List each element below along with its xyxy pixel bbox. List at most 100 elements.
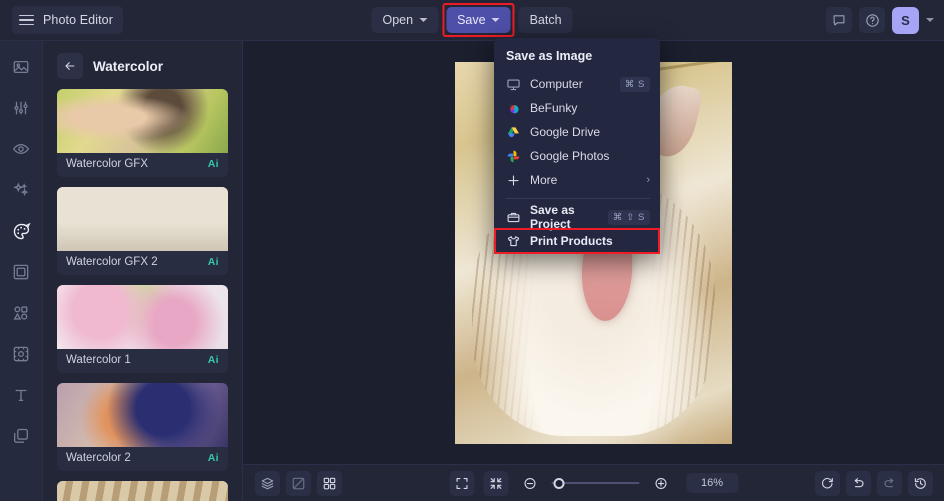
befunky-icon — [506, 101, 521, 116]
card-meta: Watercolor 1 Ai — [57, 349, 228, 373]
grid-button[interactable] — [317, 470, 342, 496]
effect-card-list: Watercolor GFX Ai Watercolor GFX 2 Ai Wa… — [43, 89, 242, 501]
ai-badge: Ai — [207, 452, 219, 464]
eye-icon — [12, 144, 30, 154]
account-chevron-down-icon[interactable] — [926, 18, 934, 22]
menu-item-computer[interactable]: Computer ⌘ S — [494, 72, 660, 96]
bottom-toolbar: 16% — [243, 464, 944, 501]
text-icon — [15, 389, 27, 402]
zoom-out-button[interactable] — [517, 471, 542, 496]
sidebar-item-layers-tool[interactable] — [6, 422, 36, 450]
ai-badge: Ai — [207, 158, 219, 170]
app-menu-button[interactable]: Photo Editor — [12, 6, 123, 34]
chevron-right-icon: › — [646, 174, 650, 186]
effect-thumbnail — [57, 481, 228, 501]
menu-item-label: Save as Project — [530, 203, 575, 231]
tshirt-icon — [506, 234, 521, 249]
menu-item-label: More — [530, 173, 558, 187]
sidebar-item-image-tool[interactable] — [6, 53, 36, 81]
question-circle-icon — [865, 13, 879, 27]
google-drive-icon — [506, 125, 521, 140]
list-item[interactable] — [57, 481, 228, 501]
plus-circle-icon — [654, 477, 667, 489]
collapse-icon — [489, 477, 502, 489]
sidebar-item-effects-tool[interactable] — [6, 176, 36, 204]
sidebar-item-artsy-tool[interactable] — [6, 217, 36, 245]
page-title: Watercolor — [93, 58, 164, 74]
zoom-controls-group: 16% — [449, 470, 738, 496]
briefcase-icon — [506, 210, 521, 225]
hamburger-icon[interactable] — [19, 14, 34, 26]
ai-badge: Ai — [207, 354, 219, 366]
chat-icon — [833, 15, 845, 26]
panel-header: Watercolor — [43, 41, 242, 89]
effect-thumbnail — [57, 383, 228, 447]
layers-copy-icon — [14, 428, 28, 443]
list-item[interactable]: Watercolor GFX 2 Ai — [57, 187, 228, 275]
reset-button[interactable] — [815, 470, 840, 496]
frame-icon — [13, 264, 29, 280]
sidebar-item-retouch-tool[interactable] — [6, 135, 36, 163]
menu-item-google-drive[interactable]: Google Drive — [494, 120, 660, 144]
card-meta: Watercolor GFX 2 Ai — [57, 251, 228, 275]
shortcut-badge: ⌘ ⇧ S — [607, 209, 650, 225]
zoom-slider-handle[interactable] — [553, 477, 564, 489]
tool-rail — [0, 41, 43, 501]
feedback-button[interactable] — [826, 7, 852, 33]
save-label: Save — [457, 13, 486, 27]
layers-button[interactable] — [255, 470, 280, 496]
zoom-slider-track — [551, 482, 639, 484]
sidebar-item-edit-tool[interactable] — [6, 94, 36, 122]
sidebar-item-graphics-tool[interactable] — [6, 299, 36, 327]
bottom-left-group — [255, 470, 342, 496]
chevron-down-icon — [491, 18, 500, 22]
sidebar-item-text-tool[interactable] — [6, 381, 36, 409]
menu-item-label: BeFunky — [530, 101, 578, 115]
menu-item-print-products[interactable]: Print Products — [494, 228, 660, 254]
history-button[interactable] — [908, 470, 933, 496]
effect-name: Watercolor GFX 2 — [66, 256, 158, 268]
menu-item-google-photos[interactable]: Google Photos — [494, 144, 660, 168]
sliders-icon — [14, 101, 28, 115]
redo-button[interactable] — [877, 470, 902, 496]
shortcut-badge: ⌘ S — [619, 76, 650, 92]
effects-panel: Watercolor Watercolor GFX Ai Watercolor … — [43, 41, 243, 501]
help-button[interactable] — [859, 7, 885, 33]
undo-button[interactable] — [846, 470, 871, 496]
history-controls-group — [815, 470, 933, 496]
file-actions-group: Open Save Batch — [371, 3, 573, 37]
back-button[interactable] — [57, 53, 83, 79]
list-item[interactable]: Watercolor GFX Ai — [57, 89, 228, 177]
google-photos-icon — [506, 149, 521, 164]
menu-item-label: Computer — [530, 77, 583, 91]
menu-item-more[interactable]: More › — [494, 168, 660, 192]
fit-to-screen-button[interactable] — [449, 470, 474, 496]
avatar[interactable]: S — [892, 6, 919, 34]
redo-icon — [884, 477, 894, 487]
open-button[interactable]: Open — [371, 7, 439, 33]
sidebar-item-frames-tool[interactable] — [6, 258, 36, 286]
actual-size-button[interactable] — [483, 470, 508, 496]
open-label: Open — [382, 13, 414, 27]
compare-button[interactable] — [286, 470, 311, 496]
menu-item-befunky[interactable]: BeFunky — [494, 96, 660, 120]
zoom-level-value[interactable]: 16% — [686, 473, 738, 493]
zoom-in-button[interactable] — [648, 471, 673, 496]
palette-icon — [13, 222, 31, 239]
sidebar-item-overlays-tool[interactable] — [6, 340, 36, 368]
menu-section-title: Save as Image — [506, 49, 593, 63]
top-toolbar: Photo Editor Open Save Batch S — [0, 0, 944, 41]
overlay-icon — [13, 346, 29, 362]
list-item[interactable]: Watercolor 1 Ai — [57, 285, 228, 373]
card-meta: Watercolor GFX Ai — [57, 153, 228, 177]
card-meta: Watercolor 2 Ai — [57, 447, 228, 471]
menu-item-label: Google Photos — [530, 149, 610, 163]
menu-item-save-as-project[interactable]: Save as Project ⌘ ⇧ S — [494, 203, 660, 231]
batch-button[interactable]: Batch — [518, 7, 573, 33]
list-item[interactable]: Watercolor 2 Ai — [57, 383, 228, 471]
save-button[interactable]: Save — [442, 3, 515, 37]
batch-label: Batch — [529, 13, 562, 27]
zoom-slider[interactable] — [551, 477, 639, 490]
menu-item-label: Google Drive — [530, 125, 601, 139]
account-actions-group: S — [826, 6, 934, 34]
